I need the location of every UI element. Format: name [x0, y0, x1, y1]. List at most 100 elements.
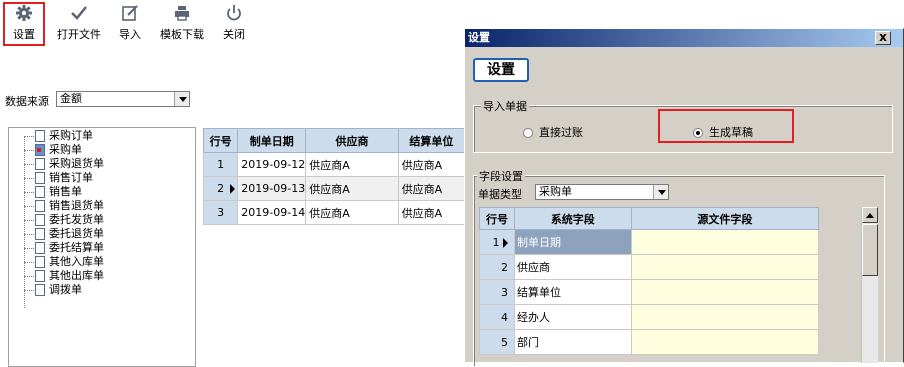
- open-file-button[interactable]: 打开文件: [55, 4, 103, 44]
- checkmark-icon: [71, 6, 87, 20]
- document-icon: [35, 228, 45, 240]
- tree-item[interactable]: 其他入库单: [24, 256, 104, 268]
- tree-item[interactable]: 采购退货单: [24, 158, 104, 170]
- tree-item[interactable]: 采购订单: [24, 130, 93, 142]
- table-row[interactable]: 1 制单日期: [479, 229, 820, 255]
- vertical-scrollbar[interactable]: [861, 207, 878, 363]
- table-row[interactable]: 3 2019-09-14 供应商A 供应商A: [202, 200, 466, 225]
- col-header[interactable]: 系统字段: [513, 207, 632, 230]
- table-row[interactable]: 1 2019-09-12 供应商A 供应商A: [202, 152, 466, 177]
- tree-item[interactable]: 委托结算单: [24, 242, 104, 254]
- import-group-label: 导入单据: [481, 98, 529, 114]
- cell-date[interactable]: 2019-09-13: [237, 176, 307, 201]
- tree-item[interactable]: 销售退货单: [24, 200, 104, 212]
- document-icon: [35, 158, 45, 170]
- tab-settings[interactable]: 设置: [473, 58, 529, 82]
- col-header[interactable]: 行号: [202, 128, 239, 153]
- tree-item[interactable]: 调拨单: [24, 284, 82, 296]
- radio-icon: [523, 128, 533, 138]
- dropdown-arrow-icon[interactable]: [174, 92, 189, 106]
- col-header[interactable]: 供应商: [305, 128, 399, 153]
- power-icon: [227, 5, 241, 21]
- tree-item[interactable]: 采购单: [24, 144, 82, 156]
- table-row[interactable]: 2 2019-09-13 供应商A 供应商A: [202, 176, 466, 201]
- cell-settle[interactable]: 供应商A: [397, 176, 466, 201]
- printer-icon: [175, 6, 189, 21]
- table-row[interactable]: 4 经办人: [479, 304, 820, 330]
- grid-header-row: 行号 系统字段 源文件字段: [479, 207, 820, 230]
- cell-date[interactable]: 2019-09-12: [237, 152, 307, 177]
- data-source-label: 数据来源: [5, 95, 49, 108]
- cell-date[interactable]: 2019-09-14: [237, 200, 307, 225]
- cell-supplier[interactable]: 供应商A: [305, 176, 399, 201]
- tree-item[interactable]: 销售订单: [24, 172, 93, 184]
- close-label: 关闭: [223, 28, 245, 41]
- cell-source-field[interactable]: [630, 329, 820, 355]
- scroll-thumb[interactable]: [862, 224, 878, 276]
- bill-grid: 行号 制单日期 供应商 结算单位 1 2019-09-12 供应商A 供应商A …: [202, 128, 466, 225]
- document-selected-icon: [35, 144, 45, 156]
- template-download-label: 模板下载: [160, 28, 204, 41]
- template-download-button[interactable]: 模板下载: [157, 4, 207, 44]
- col-header[interactable]: 制单日期: [237, 128, 307, 153]
- table-row[interactable]: 5 部门: [479, 329, 820, 355]
- row-number: 2: [202, 176, 239, 201]
- tree-item[interactable]: 销售单: [24, 186, 82, 198]
- open-file-label: 打开文件: [57, 28, 101, 41]
- bill-type-tree: 采购订单 采购单 采购退货单 销售订单 销售单 销售退货单 委托发货单 委托退货…: [8, 127, 196, 367]
- row-number: 4: [479, 304, 515, 330]
- bill-type-label: 单据类型: [478, 188, 522, 201]
- document-icon: [35, 200, 45, 212]
- cell-system-field[interactable]: 经办人: [513, 304, 632, 330]
- field-mapping-grid: 行号 系统字段 源文件字段 1 制单日期 2 供应商 3 结算单位 4 经办人 …: [479, 207, 820, 355]
- cell-system-field[interactable]: 部门: [513, 329, 632, 355]
- col-header[interactable]: 源文件字段: [630, 207, 820, 230]
- document-icon: [35, 242, 45, 254]
- cell-supplier[interactable]: 供应商A: [305, 152, 399, 177]
- dialog-title-bar[interactable]: 设置: [465, 29, 903, 47]
- cell-settle[interactable]: 供应商A: [397, 200, 466, 225]
- current-row-arrow-icon: [230, 184, 236, 194]
- tree-item[interactable]: 其他出库单: [24, 270, 104, 282]
- row-number: 2: [479, 254, 515, 280]
- cell-supplier[interactable]: 供应商A: [305, 200, 399, 225]
- col-header[interactable]: 结算单位: [397, 128, 466, 153]
- cell-source-field[interactable]: [630, 254, 820, 280]
- cell-source-field[interactable]: [630, 304, 820, 330]
- cell-system-field[interactable]: 制单日期: [513, 229, 632, 255]
- tree-item[interactable]: 委托退货单: [24, 228, 104, 240]
- grid-header-row: 行号 制单日期 供应商 结算单位: [202, 128, 466, 153]
- radio-generate-draft[interactable]: 生成草稿: [693, 124, 753, 140]
- settings-button[interactable]: 设置: [3, 2, 45, 46]
- table-row[interactable]: 3 结算单位: [479, 279, 820, 305]
- row-number: 1: [479, 229, 515, 255]
- close-button[interactable]: 关闭: [220, 4, 248, 44]
- field-group-label: 字段设置: [477, 168, 525, 184]
- edit-icon: [122, 5, 138, 21]
- data-source-select[interactable]: 金额: [56, 91, 190, 107]
- row-number: 1: [202, 152, 239, 177]
- row-number: 3: [202, 200, 239, 225]
- document-icon: [35, 186, 45, 198]
- document-icon: [35, 256, 45, 268]
- document-icon: [35, 284, 45, 296]
- bill-type-value: 采购单: [539, 185, 572, 198]
- dropdown-arrow-icon[interactable]: [653, 185, 668, 199]
- table-row[interactable]: 2 供应商: [479, 254, 820, 280]
- document-icon: [35, 270, 45, 282]
- close-icon[interactable]: x: [875, 31, 891, 45]
- cell-system-field[interactable]: 结算单位: [513, 279, 632, 305]
- bill-type-select[interactable]: 采购单: [535, 184, 669, 200]
- import-label: 导入: [119, 28, 141, 41]
- radio-direct-post[interactable]: 直接过账: [523, 124, 583, 140]
- gear-icon: [16, 5, 32, 21]
- tree-item[interactable]: 委托发货单: [24, 214, 104, 226]
- document-icon: [35, 214, 45, 226]
- cell-source-field[interactable]: [630, 229, 820, 255]
- scroll-up-icon[interactable]: [862, 207, 878, 223]
- cell-source-field[interactable]: [630, 279, 820, 305]
- col-header[interactable]: 行号: [479, 207, 515, 230]
- cell-system-field[interactable]: 供应商: [513, 254, 632, 280]
- import-button[interactable]: 导入: [115, 4, 145, 44]
- cell-settle[interactable]: 供应商A: [397, 152, 466, 177]
